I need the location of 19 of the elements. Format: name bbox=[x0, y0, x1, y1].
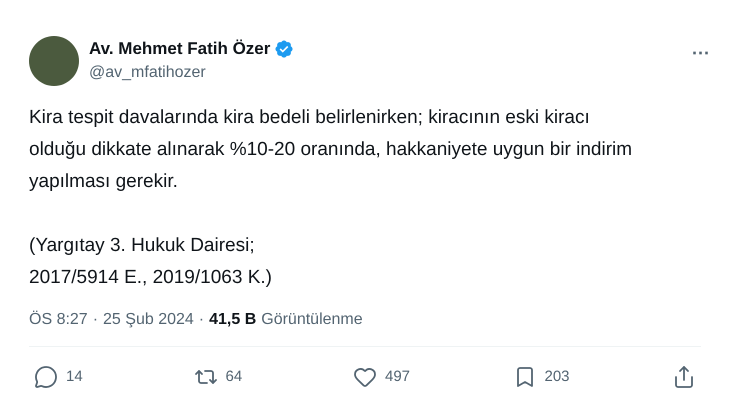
views-label: Görüntülenme bbox=[261, 310, 363, 330]
author-handle[interactable]: @av_mfatihozer bbox=[89, 62, 294, 84]
action-count: 203 bbox=[544, 366, 570, 387]
action-count: 497 bbox=[385, 366, 410, 387]
author-name[interactable]: Av. Mehmet Fatih Özer bbox=[89, 38, 270, 60]
post-text: Kira tespit davalarında kira bedeli belirlenirken; kiracının eski kiracı olduğu dikkate alınarak %10-20 oranında, hakkaniyete uygun bir indirim yapılması gerekir. bbox=[29, 106, 634, 194]
post-date[interactable]: 25 Şub 2024 bbox=[103, 308, 194, 332]
share-icon[interactable] bbox=[672, 365, 696, 389]
action-count: 14 bbox=[66, 366, 83, 387]
post-time[interactable]: ÖS 8:27 bbox=[29, 308, 88, 332]
speech-bubble-icon[interactable] bbox=[34, 365, 58, 389]
separator-dot: · bbox=[92, 310, 98, 330]
action-count: 64 bbox=[226, 366, 242, 387]
heart-icon[interactable] bbox=[353, 365, 377, 389]
view-count: 41,5 B bbox=[209, 310, 256, 330]
separator-dot: · bbox=[198, 310, 204, 330]
more-options-button[interactable]: ··· bbox=[692, 44, 710, 62]
avatar[interactable] bbox=[29, 36, 79, 86]
post-text: (Yargıtay 3. Hukuk Dairesi; 2017/5914 E., 2019/1063 K.) bbox=[29, 234, 273, 290]
